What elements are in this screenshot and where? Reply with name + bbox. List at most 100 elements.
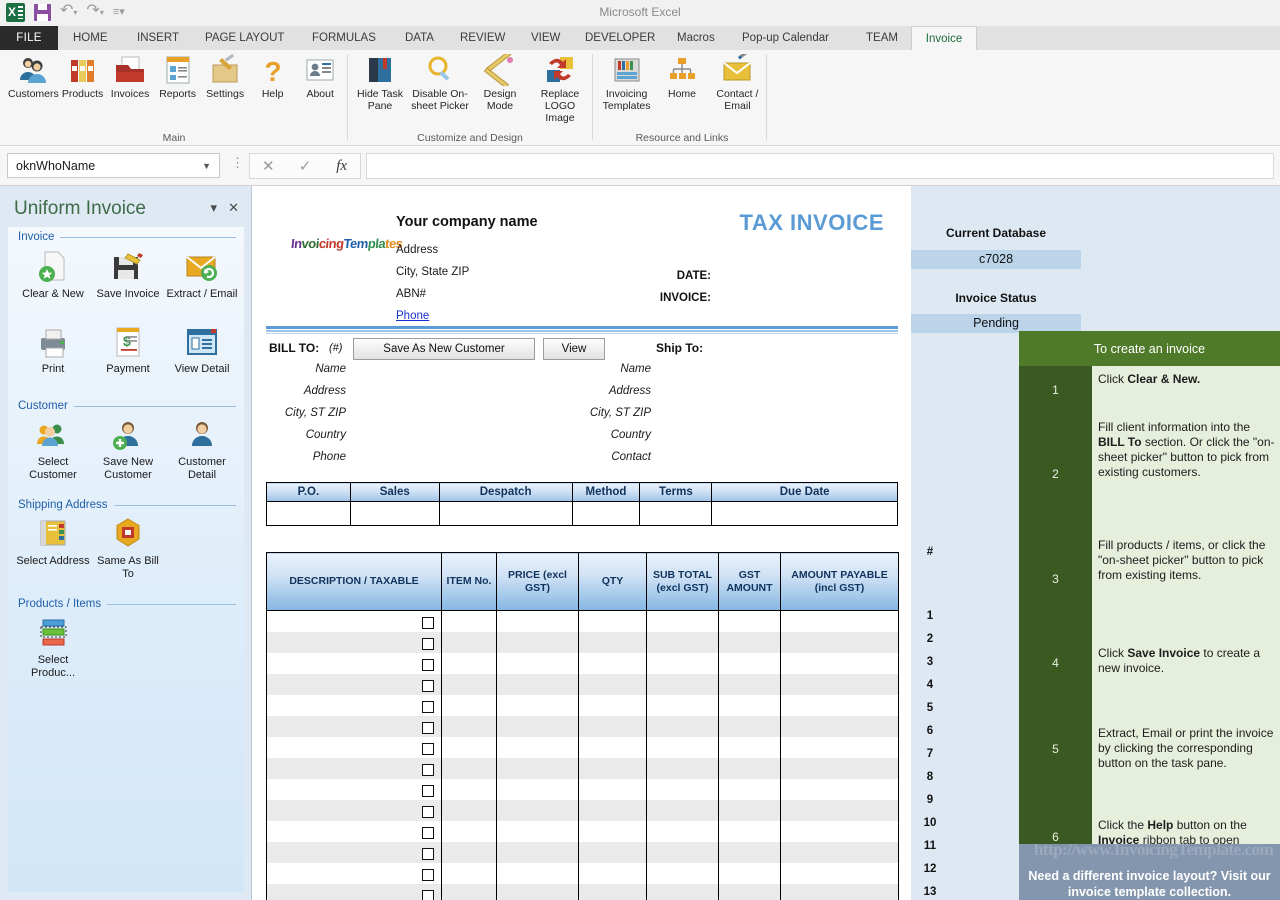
task-pane-button-payment[interactable]: $ Payment [91,324,165,376]
task-pane-button-extract-email[interactable]: Extract / Email [165,249,239,301]
cell-description-taxable[interactable] [267,821,442,842]
cell-description-taxable[interactable] [267,884,442,900]
cell-description-taxable[interactable] [267,695,442,716]
cell-item-field[interactable] [781,884,899,900]
tab-page-layout[interactable]: PAGE LAYOUT [196,26,293,50]
cell-item-field[interactable] [579,863,647,884]
cell-sales[interactable] [350,502,439,526]
cell-item-field[interactable] [497,779,579,800]
task-pane-button-same-as-bill-to[interactable]: Same As Bill To [91,516,165,581]
bill-field-name[interactable]: Name [261,363,346,375]
ribbon-button-about[interactable]: About [296,50,344,100]
cell-item-field[interactable] [579,800,647,821]
bill-field-phone[interactable]: Phone [261,451,346,463]
cell-item-field[interactable] [579,695,647,716]
cell-item-field[interactable] [781,653,899,674]
cell-item-field[interactable] [719,653,781,674]
cell-item-field[interactable] [442,884,497,900]
task-pane-button-customer-detail[interactable]: Customer Detail [165,417,239,482]
tab-invoice[interactable]: Invoice [911,26,977,50]
cell-description-taxable[interactable] [267,800,442,821]
cell-item-field[interactable] [781,611,899,632]
chevron-down-icon[interactable]: ▼ [202,161,211,171]
cell-item-field[interactable] [497,716,579,737]
cell-item-field[interactable] [719,821,781,842]
company-name[interactable]: Your company name [396,214,538,230]
ribbon-button-invoicing-templates[interactable]: Invoicing Templates [596,50,657,112]
cell-item-field[interactable] [719,674,781,695]
tab-developer[interactable]: DEVELOPER [576,26,664,50]
cell-despatch[interactable] [439,502,572,526]
taxable-checkbox[interactable] [422,701,434,713]
tab-popup-calendar[interactable]: Pop-up Calendar [733,26,838,50]
cell-due-date[interactable] [712,502,898,526]
taxable-checkbox[interactable] [422,680,434,692]
taxable-checkbox[interactable] [422,722,434,734]
task-pane-button-save-new-customer[interactable]: Save New Customer [91,417,165,482]
tab-data[interactable]: DATA [396,26,443,50]
cell-item-field[interactable] [647,695,719,716]
cell-item-field[interactable] [442,821,497,842]
cell-description-taxable[interactable] [267,653,442,674]
cell-item-field[interactable] [719,695,781,716]
ribbon-button-disable-onsheet-picker[interactable]: Disable On-sheet Picker [410,50,470,112]
cell-item-field[interactable] [781,758,899,779]
ribbon-button-hide-task-pane[interactable]: Hide Task Pane [350,50,410,112]
cell-description-taxable[interactable] [267,863,442,884]
cell-item-field[interactable] [781,821,899,842]
ship-field-city[interactable]: City, ST ZIP [561,407,651,419]
cell-item-field[interactable] [497,758,579,779]
company-phone-link[interactable]: Phone [396,310,429,322]
cell-item-field[interactable] [579,737,647,758]
cell-item-field[interactable] [579,758,647,779]
cell-po[interactable] [267,502,351,526]
cell-item-field[interactable] [579,611,647,632]
ribbon-button-customers[interactable]: Customers [8,50,59,100]
chevron-down-icon[interactable]: ▾ [210,200,217,216]
cell-item-field[interactable] [781,674,899,695]
cell-item-field[interactable] [781,632,899,653]
enter-icon[interactable]: ✓ [287,154,324,178]
save-as-new-customer-button[interactable]: Save As New Customer [353,338,535,360]
view-button[interactable]: View [543,338,605,360]
cell-item-field[interactable] [497,737,579,758]
cell-item-field[interactable] [579,653,647,674]
ship-field-contact[interactable]: Contact [561,451,651,463]
taxable-checkbox[interactable] [422,827,434,839]
cell-item-field[interactable] [579,779,647,800]
insert-function-icon[interactable]: fx [323,154,360,178]
cell-item-field[interactable] [579,632,647,653]
cell-item-field[interactable] [719,632,781,653]
cell-terms[interactable] [640,502,712,526]
cell-item-field[interactable] [719,758,781,779]
cell-item-field[interactable] [647,863,719,884]
taxable-checkbox[interactable] [422,764,434,776]
cell-description-taxable[interactable] [267,737,442,758]
cell-item-field[interactable] [442,779,497,800]
taxable-checkbox[interactable] [422,659,434,671]
task-pane-button-print[interactable]: Print [16,324,90,376]
cell-item-field[interactable] [497,674,579,695]
cell-item-field[interactable] [781,863,899,884]
cell-item-field[interactable] [719,863,781,884]
cell-item-field[interactable] [719,800,781,821]
bill-field-address[interactable]: Address [261,385,346,397]
cell-item-field[interactable] [647,632,719,653]
cell-item-field[interactable] [442,800,497,821]
ribbon-button-products[interactable]: Products [59,50,107,100]
cell-item-field[interactable] [719,884,781,900]
task-pane-button-select-address[interactable]: Select Address [16,516,90,568]
cell-item-field[interactable] [442,842,497,863]
cell-item-field[interactable] [579,821,647,842]
cell-method[interactable] [572,502,640,526]
cell-item-field[interactable] [647,842,719,863]
cell-description-taxable[interactable] [267,758,442,779]
date-value[interactable] [721,270,881,286]
ribbon-button-design-mode[interactable]: Design Mode [470,50,530,112]
cell-description-taxable[interactable] [267,674,442,695]
cell-item-field[interactable] [647,737,719,758]
ribbon-button-reports[interactable]: Reports [154,50,202,100]
ship-field-name[interactable]: Name [561,363,651,375]
cell-description-taxable[interactable] [267,779,442,800]
tab-team[interactable]: TEAM [857,26,907,50]
